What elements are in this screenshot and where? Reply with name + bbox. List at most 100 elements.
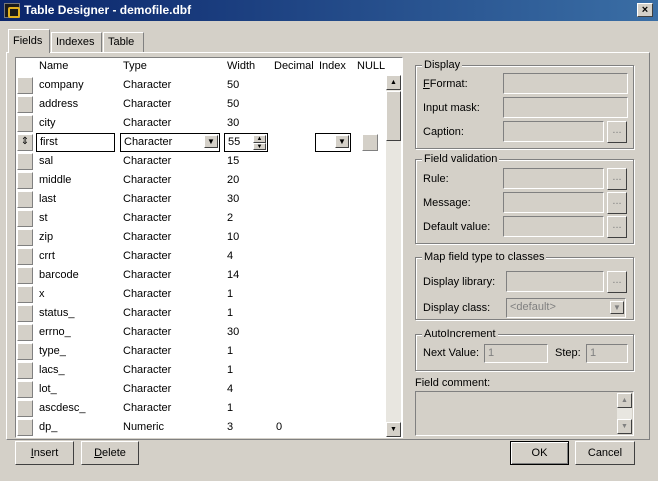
field-width-cell[interactable]: 50 [227, 98, 239, 110]
table-row[interactable]: sal Character 15 [16, 152, 384, 171]
field-width-cell[interactable]: 3 [227, 421, 233, 433]
field-width-cell[interactable]: 4 [227, 383, 233, 395]
field-decimal-cell[interactable]: 0 [276, 421, 282, 433]
field-type-cell[interactable]: Character [123, 269, 171, 281]
table-row[interactable]: last Character 30 [16, 190, 384, 209]
field-type-cell[interactable]: Character [123, 98, 171, 110]
row-selector[interactable] [17, 324, 33, 341]
rule-ellipsis-button[interactable]: ... [607, 168, 627, 190]
display-library-field[interactable] [506, 271, 604, 292]
row-selector[interactable] [17, 172, 33, 189]
field-type-cell[interactable]: Character [123, 193, 171, 205]
field-type-cell[interactable]: Character [123, 307, 171, 319]
row-selector[interactable] [17, 343, 33, 360]
close-button[interactable]: × [637, 3, 653, 17]
default-value-field[interactable] [503, 216, 604, 237]
ok-button[interactable]: OK [510, 441, 569, 465]
table-row[interactable]: city Character 30 [16, 114, 384, 133]
field-name-cell[interactable]: errno_ [39, 326, 71, 338]
column-header-type[interactable]: Type [123, 60, 147, 72]
field-type-select[interactable]: Character ▼ [120, 133, 220, 152]
row-selector-move-icon[interactable]: ⇕ [17, 134, 33, 151]
comment-scroll-down-button[interactable]: ▼ [617, 419, 632, 434]
field-index-select[interactable]: ▼ [315, 133, 351, 152]
row-selector[interactable] [17, 305, 33, 322]
fields-grid[interactable]: Name Type Width Decimal Index NULL compa… [15, 57, 403, 438]
spin-down-icon[interactable]: ▼ [253, 143, 266, 150]
row-selector[interactable] [17, 381, 33, 398]
field-width-cell[interactable]: 1 [227, 402, 233, 414]
field-width-cell[interactable]: 30 [227, 117, 239, 129]
tab-indexes[interactable]: Indexes [51, 32, 102, 52]
table-row[interactable]: middle Character 20 [16, 171, 384, 190]
table-row[interactable]: ⇕ first Character ▼ 55 ▲ ▼ ▼ [16, 133, 384, 152]
field-name-cell[interactable]: ascdesc_ [39, 402, 85, 414]
input-mask-field[interactable] [503, 97, 628, 118]
spin-up-icon[interactable]: ▲ [253, 135, 266, 143]
row-selector[interactable] [17, 210, 33, 227]
row-selector[interactable] [17, 115, 33, 132]
field-width-cell[interactable]: 1 [227, 345, 233, 357]
field-type-cell[interactable]: Character [123, 364, 171, 376]
field-type-cell[interactable]: Character [123, 155, 171, 167]
field-name-cell[interactable]: last [39, 193, 56, 205]
field-width-cell[interactable]: 50 [227, 79, 239, 91]
row-selector[interactable] [17, 229, 33, 246]
column-header-width[interactable]: Width [227, 60, 255, 72]
row-selector[interactable] [17, 96, 33, 113]
field-width-cell[interactable]: 2 [227, 212, 233, 224]
table-row[interactable]: barcode Character 14 [16, 266, 384, 285]
field-type-cell[interactable]: Character [123, 402, 171, 414]
table-row[interactable]: lacs_ Character 1 [16, 361, 384, 380]
field-type-cell[interactable]: Character [123, 345, 171, 357]
field-name-cell[interactable]: sal [39, 155, 53, 167]
field-width-cell[interactable]: 1 [227, 288, 233, 300]
table-row[interactable]: company Character 50 [16, 76, 384, 95]
step-field[interactable]: 1 [586, 344, 628, 363]
row-selector[interactable] [17, 362, 33, 379]
table-row[interactable]: address Character 50 [16, 95, 384, 114]
field-name-cell[interactable]: dp_ [39, 421, 57, 433]
field-comment-textarea[interactable]: ▲ ▼ [415, 391, 634, 436]
field-name-cell[interactable]: company [39, 79, 84, 91]
table-row[interactable]: status_ Character 1 [16, 304, 384, 323]
table-row[interactable]: x Character 1 [16, 285, 384, 304]
field-name-cell[interactable]: x [39, 288, 45, 300]
field-type-cell[interactable]: Character [123, 117, 171, 129]
column-header-name[interactable]: Name [39, 60, 68, 72]
column-header-index[interactable]: Index [319, 60, 346, 72]
comment-scroll-up-button[interactable]: ▲ [617, 393, 632, 408]
row-selector[interactable] [17, 419, 33, 436]
field-name-cell[interactable]: address [39, 98, 78, 110]
field-type-cell[interactable]: Numeric [123, 421, 164, 433]
field-width-cell[interactable]: 14 [227, 269, 239, 281]
table-row[interactable]: zip Character 10 [16, 228, 384, 247]
format-field[interactable] [503, 73, 628, 94]
field-width-cell[interactable]: 30 [227, 193, 239, 205]
field-type-cell[interactable]: Character [123, 79, 171, 91]
tab-table[interactable]: Table [103, 32, 144, 52]
field-name-cell[interactable]: city [39, 117, 56, 129]
default-value-ellipsis-button[interactable]: ... [607, 216, 627, 238]
field-type-cell[interactable]: Character [123, 250, 171, 262]
null-toggle-button[interactable] [362, 134, 378, 151]
field-width-cell[interactable]: 1 [227, 307, 233, 319]
table-row[interactable]: dp_ Numeric 3 0 [16, 418, 384, 437]
message-ellipsis-button[interactable]: ... [607, 192, 627, 214]
field-name-cell[interactable]: barcode [39, 269, 79, 281]
tab-fields[interactable]: Fields [8, 29, 50, 53]
row-selector[interactable] [17, 77, 33, 94]
row-selector[interactable] [17, 191, 33, 208]
table-row[interactable]: errno_ Character 30 [16, 323, 384, 342]
delete-button[interactable]: Delete [81, 441, 139, 465]
field-width-cell[interactable]: 4 [227, 250, 233, 262]
cancel-button[interactable]: Cancel [575, 441, 635, 465]
row-selector[interactable] [17, 248, 33, 265]
field-width-cell[interactable]: 15 [227, 155, 239, 167]
insert-button[interactable]: Insert [15, 441, 74, 465]
display-library-ellipsis-button[interactable]: ... [607, 271, 627, 293]
field-name-cell[interactable]: status_ [39, 307, 74, 319]
rule-field[interactable] [503, 168, 604, 189]
field-width-spinner[interactable]: 55 ▲ ▼ [224, 133, 268, 152]
table-row[interactable]: type_ Character 1 [16, 342, 384, 361]
